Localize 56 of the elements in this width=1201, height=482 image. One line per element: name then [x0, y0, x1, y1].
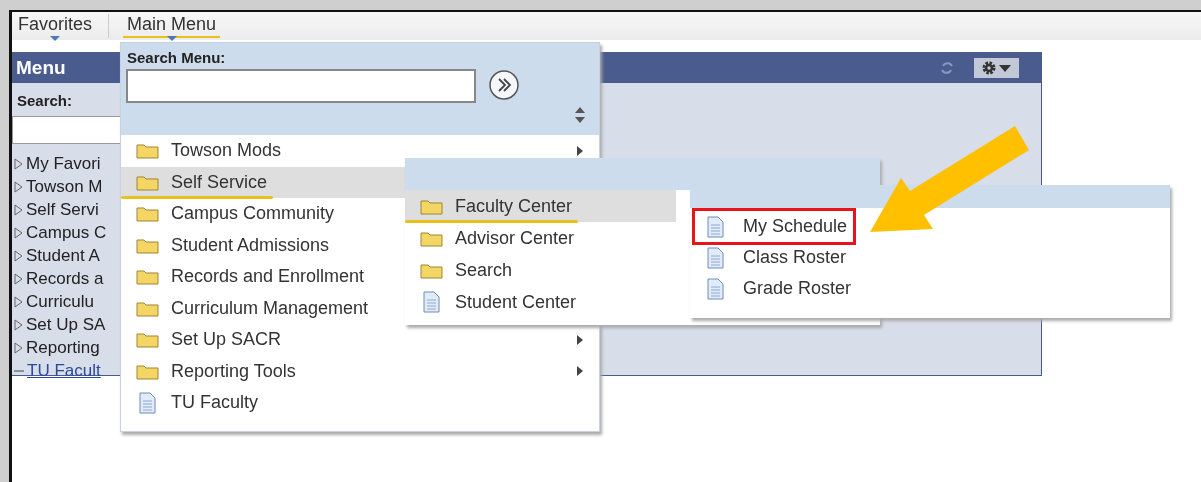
tree-item[interactable]: Reporting — [26, 337, 100, 358]
go-button[interactable] — [487, 68, 521, 102]
tree-item[interactable]: Self Servi — [26, 199, 99, 220]
tree-item[interactable]: Student A — [26, 245, 100, 266]
expand-triangle-icon[interactable] — [14, 203, 23, 216]
menu-item[interactable]: Grade Roster — [692, 273, 861, 304]
caret-icon — [999, 64, 1011, 72]
menu-item[interactable]: Class Roster — [692, 242, 856, 273]
folder-icon — [419, 229, 443, 247]
folder-icon — [135, 268, 159, 286]
document-icon — [707, 215, 724, 238]
expand-triangle-icon[interactable] — [14, 295, 23, 308]
folder-icon — [135, 142, 159, 160]
nav-tab[interactable]: Favorites — [14, 12, 97, 38]
search-label: Search Menu: — [127, 49, 227, 66]
sort-icon[interactable] — [575, 107, 585, 123]
menu-item[interactable]: TU Faculty — [121, 387, 599, 419]
tree-item[interactable]: Set Up SA — [26, 314, 106, 335]
search-label: Search: — [17, 92, 73, 109]
menu-link[interactable]: TU Facult — [27, 360, 101, 381]
menu-item[interactable]: Towson Mods — [121, 135, 599, 167]
menu-item[interactable]: Set Up SACR — [121, 324, 599, 356]
search-field[interactable] — [126, 69, 476, 103]
folder-icon — [135, 236, 159, 254]
folder-icon — [135, 173, 159, 191]
expand-triangle-icon[interactable] — [14, 226, 23, 239]
expand-triangle-icon[interactable] — [14, 157, 23, 170]
expand-triangle-icon[interactable] — [14, 318, 23, 331]
menu-item[interactable]: Reporting Tools — [121, 355, 599, 387]
expand-triangle-icon[interactable] — [14, 341, 23, 354]
folder-icon — [135, 362, 159, 380]
refresh-icon[interactable] — [940, 60, 954, 76]
folder-icon — [135, 299, 159, 317]
menu-item[interactable]: My Schedule — [692, 208, 857, 245]
expand-triangle-icon[interactable] — [14, 249, 23, 262]
nav-tab[interactable]: Main Menu — [123, 12, 221, 38]
tree-item[interactable]: My Favori — [26, 153, 101, 174]
settings-button[interactable] — [974, 58, 1019, 78]
folder-icon — [135, 205, 159, 223]
document-icon — [707, 246, 724, 269]
folder-icon — [419, 261, 443, 279]
folder-icon — [135, 331, 159, 349]
tree-item[interactable]: Towson M — [26, 176, 103, 197]
expand-triangle-icon[interactable] — [14, 180, 23, 193]
expand-triangle-icon[interactable] — [14, 272, 23, 285]
document-icon — [707, 277, 724, 300]
caret-icon — [50, 36, 60, 41]
panel-title: Menu — [16, 57, 66, 79]
menu-item[interactable]: Faculty Center — [405, 190, 676, 222]
tree-item[interactable]: Records a — [26, 268, 104, 289]
settings-icon — [982, 61, 996, 75]
tree-item[interactable]: Curriculu — [26, 291, 95, 312]
tree-item[interactable]: Campus C — [26, 222, 107, 243]
dash-icon — [14, 369, 24, 372]
document-icon — [422, 291, 440, 313]
document-icon — [138, 391, 156, 414]
